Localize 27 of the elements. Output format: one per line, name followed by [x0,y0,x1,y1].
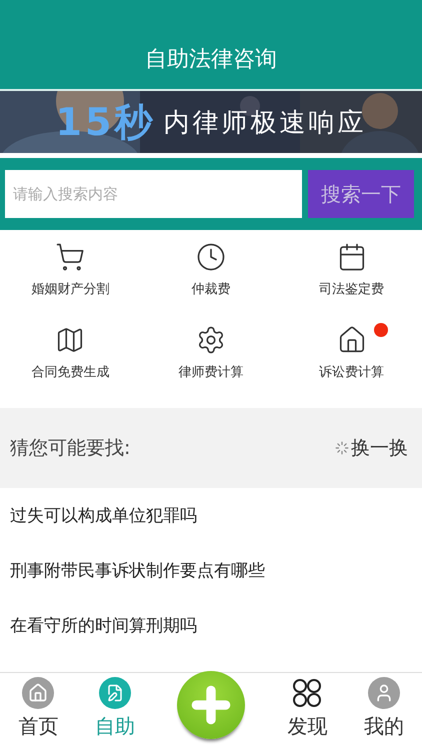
section-title: 猜您可能要找: [10,436,130,461]
cart-icon[interactable] [55,242,86,272]
banner-text: 内律师极速响应 [163,106,366,140]
user-icon [368,677,400,709]
banner-highlight: 15秒 [56,98,156,146]
service-label[interactable]: 诉讼费计算 [319,363,384,381]
search-button[interactable]: 搜索一下 [308,170,414,218]
tab[interactable]: 首页 [0,673,76,740]
tab[interactable]: 发现 [269,673,346,740]
question-item[interactable]: 过失可以构成单位犯罪吗 [0,488,422,543]
promo-banner[interactable]: 15秒 内律师极速响应 [0,91,422,153]
service-label[interactable]: 合同免费生成 [31,363,110,381]
home-icon [22,677,54,709]
page-title: 自助法律咨询 [145,46,277,74]
refresh-icon [335,441,349,455]
clock-icon[interactable] [196,242,226,272]
service-label[interactable]: 婚姻财产分割 [31,280,110,298]
service-label[interactable]: 仲裁费 [191,280,230,298]
question-item[interactable]: 在看守所的时间算刑期吗 [0,598,422,653]
tab[interactable]: 我的 [346,673,422,740]
four-circles-icon [291,677,324,709]
question-item[interactable]: 刑事附带民事诉状制作要点有哪些 [0,543,422,598]
note-icon [98,677,131,709]
service-label[interactable]: 律师费计算 [178,363,244,381]
service-label[interactable]: 司法鉴定费 [319,280,384,298]
search-field[interactable]: 请输入搜索内容 [5,170,302,218]
refresh-button[interactable]: 换一换 [335,435,408,461]
